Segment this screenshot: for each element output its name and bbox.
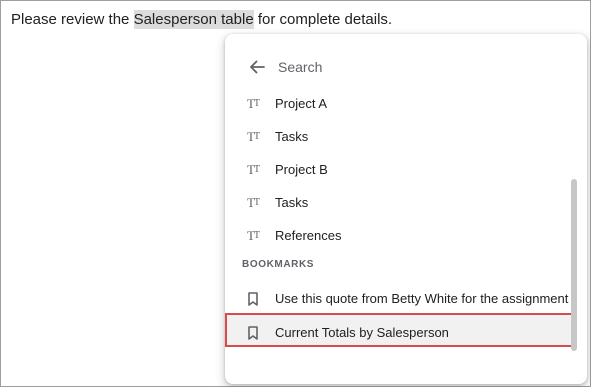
heading-item-tasks[interactable]: TT Tasks: [225, 120, 575, 153]
heading-item-label: References: [275, 228, 342, 243]
heading-item-project-a[interactable]: TT Project A: [225, 92, 575, 120]
paragraph-text-after: for complete details.: [253, 11, 393, 28]
heading-text-icon: TT: [246, 95, 260, 111]
link-insert-popup: TT Project A TT Tasks TT Project B TT Ta…: [225, 34, 587, 384]
bookmark-item-betty-white-quote[interactable]: Use this quote from Betty White for the …: [225, 282, 575, 315]
search-input[interactable]: [278, 55, 528, 79]
heading-item-label: Project A: [275, 96, 328, 111]
heading-item-label: Tasks: [275, 129, 309, 144]
heading-item-project-b[interactable]: TT Project B: [225, 153, 575, 186]
document-paragraph[interactable]: Please review the Salesperson table for …: [11, 10, 393, 29]
arrow-back-icon[interactable]: [247, 57, 267, 77]
results-list: TT Project A TT Tasks TT Project B TT Ta…: [225, 92, 575, 384]
heading-item-label: Tasks: [275, 195, 309, 210]
search-row: [225, 52, 587, 82]
scrollbar-thumb[interactable]: [571, 179, 577, 351]
heading-text-icon: TT: [246, 161, 260, 177]
heading-text-icon: TT: [246, 128, 260, 144]
document-canvas: Please review the Salesperson table for …: [0, 0, 591, 387]
heading-text-icon: TT: [246, 227, 260, 243]
bookmark-item-label: Current Totals by Salesperson: [275, 325, 449, 340]
paragraph-text-before: Please review the: [11, 11, 134, 28]
bookmark-item-current-totals[interactable]: Current Totals by Salesperson: [225, 313, 575, 349]
bookmark-item-label: Use this quote from Betty White for the …: [275, 291, 569, 306]
bookmark-icon: [245, 291, 261, 307]
selected-text[interactable]: Salesperson table: [133, 10, 254, 29]
bookmarks-section-heading: BOOKMARKS: [242, 259, 315, 270]
heading-text-icon: TT: [246, 194, 260, 210]
heading-item-references[interactable]: TT References: [225, 219, 575, 252]
heading-item-tasks-2[interactable]: TT Tasks: [225, 186, 575, 219]
bookmark-icon: [245, 325, 261, 341]
heading-item-label: Project B: [275, 162, 328, 177]
